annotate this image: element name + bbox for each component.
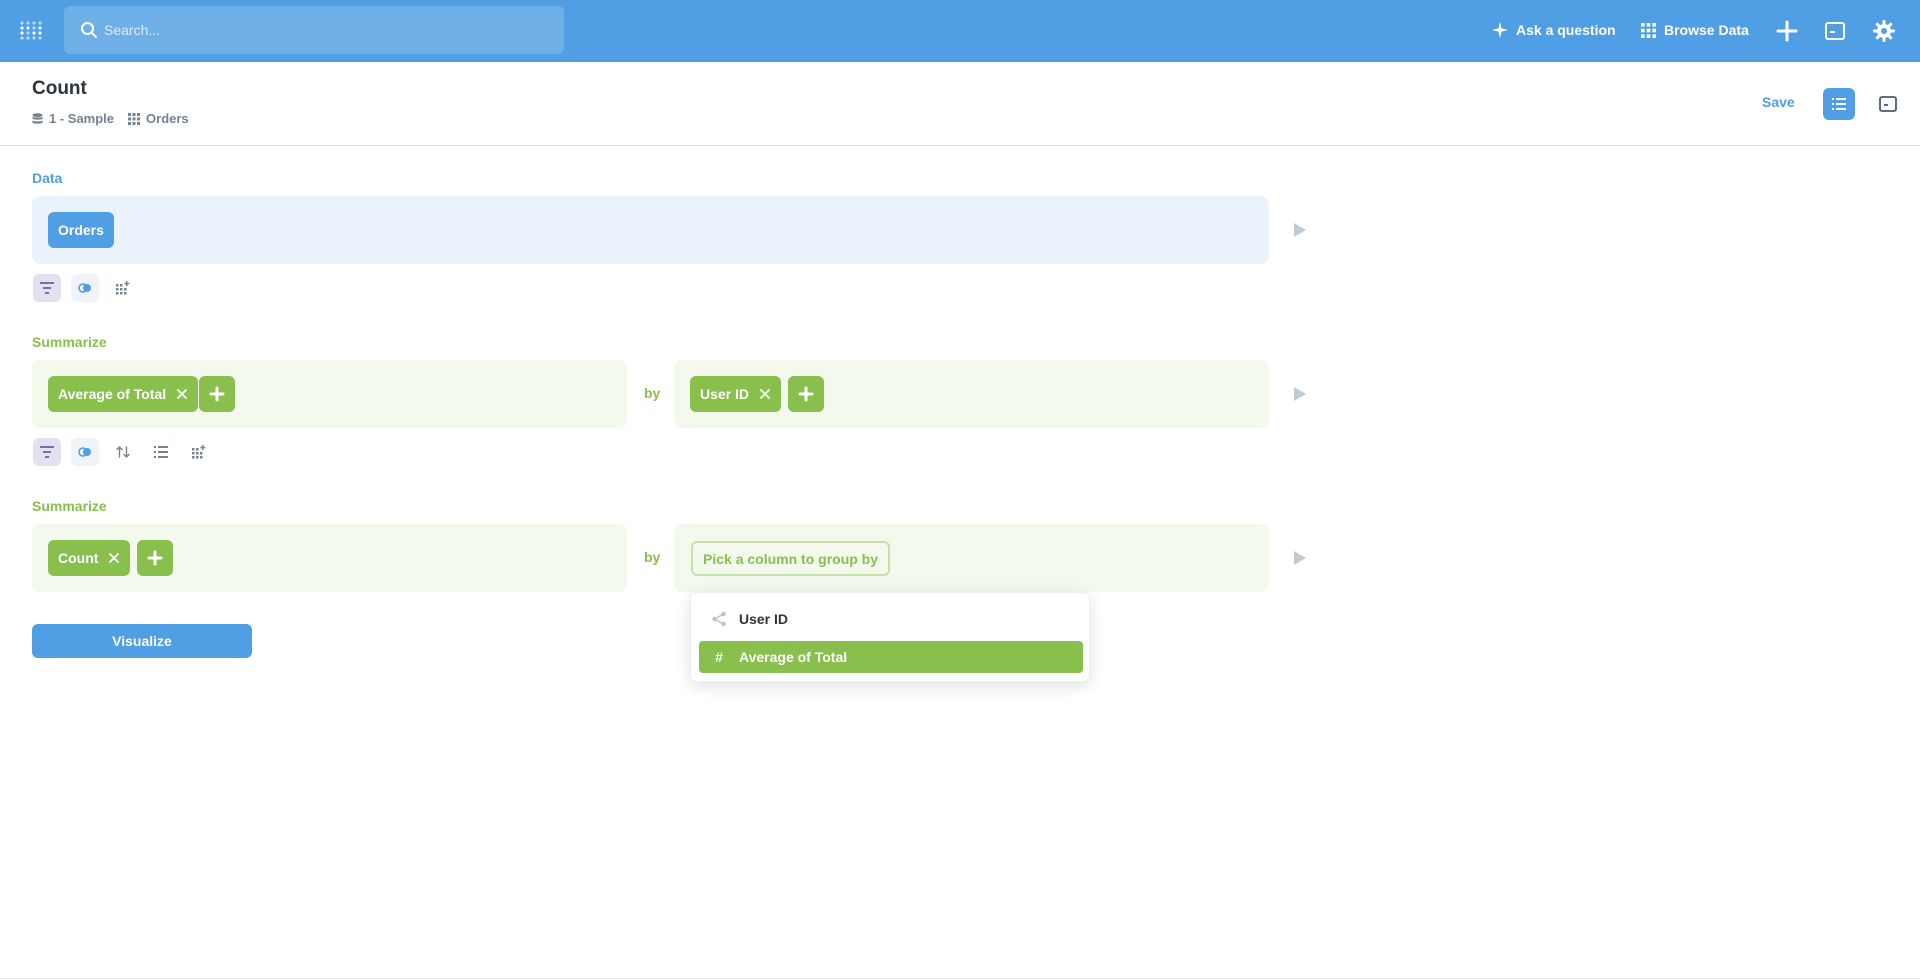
column-option-user-id[interactable]: User ID: [699, 603, 1083, 635]
pick-column-button[interactable]: Pick a column to group by: [691, 541, 891, 576]
hash-icon: #: [715, 649, 723, 665]
close-icon[interactable]: [759, 388, 771, 400]
filter-icon: [40, 446, 54, 458]
sql-view-button[interactable]: [1872, 88, 1904, 120]
close-icon[interactable]: [108, 552, 120, 564]
column-picker-popover: User ID # Average of Total: [690, 592, 1090, 682]
by-label: by: [644, 385, 661, 401]
join-action-button[interactable]: [71, 438, 99, 466]
ask-question-button[interactable]: Ask a question: [1492, 18, 1616, 42]
data-step-box: Orders: [32, 196, 1269, 264]
column-option-label: Average of Total: [739, 649, 848, 665]
summarize-breakout-box: User ID: [674, 360, 1269, 428]
list-icon: [154, 446, 168, 458]
sparkle-icon: [1492, 22, 1508, 38]
summarize-metrics-box: Average of Total: [32, 360, 627, 428]
question-header: Count 1 - Sample Orders Save: [0, 62, 1920, 146]
connections-icon: [712, 611, 726, 627]
plus-icon: [147, 550, 163, 566]
column-option-label: User ID: [739, 611, 789, 627]
join-icon: [78, 447, 91, 457]
plus-icon[interactable]: [1775, 19, 1799, 43]
ask-question-label: Ask a question: [1516, 22, 1616, 38]
save-button[interactable]: Save: [1762, 94, 1795, 110]
summarize-step-label-2: Summarize: [32, 498, 107, 514]
top-navbar: Ask a question Browse Data: [0, 0, 1920, 62]
column-option-average-of-total[interactable]: # Average of Total: [699, 641, 1083, 673]
custom-column-action-button[interactable]: [185, 438, 213, 466]
summarize-step-label: Summarize: [32, 334, 107, 350]
add-metric-button-2[interactable]: [137, 540, 173, 576]
metric-label: Average of Total: [58, 386, 167, 402]
database-icon: [32, 112, 43, 124]
breakout-label: User ID: [700, 386, 750, 402]
plus-icon: [798, 386, 814, 402]
grid-icon: [1641, 22, 1656, 38]
page-title: Count: [32, 78, 87, 99]
browse-data-label: Browse Data: [1664, 22, 1749, 38]
metric-pill[interactable]: Average of Total: [48, 376, 199, 412]
data-source-label: Orders: [58, 222, 104, 238]
metric-label-count: Count: [58, 550, 99, 566]
summarize-metrics-box-2: Count: [32, 524, 627, 592]
notebook-icon: [1832, 98, 1846, 110]
filter-action-button[interactable]: [33, 274, 61, 302]
notebook-toggle-button[interactable]: [1823, 88, 1855, 120]
breakout-pill[interactable]: User ID: [690, 376, 782, 412]
breadcrumb-database-label: 1 - Sample: [49, 111, 115, 126]
join-icon: [78, 283, 91, 293]
sort-icon: [116, 446, 130, 458]
sql-editor-icon[interactable]: [1823, 19, 1847, 43]
data-step-label: Data: [32, 170, 63, 186]
search-bar[interactable]: [64, 6, 564, 54]
custom-column-action-button[interactable]: [109, 274, 137, 302]
visualize-button[interactable]: Visualize: [32, 624, 252, 658]
add-metric-button[interactable]: [199, 376, 235, 412]
add-column-icon: [116, 281, 130, 295]
sql-icon: [1879, 96, 1897, 112]
breadcrumb-table-label: Orders: [146, 111, 189, 126]
search-input[interactable]: [104, 6, 544, 54]
preview-summarize-icon[interactable]: [1291, 385, 1309, 403]
add-breakout-button[interactable]: [788, 376, 824, 412]
limit-action-button[interactable]: [147, 438, 175, 466]
gear-icon[interactable]: [1872, 19, 1896, 43]
add-column-icon: [192, 445, 206, 459]
metabase-logo-icon[interactable]: [20, 19, 44, 43]
search-icon: [81, 22, 97, 38]
table-icon: [128, 112, 141, 125]
breadcrumb-table[interactable]: Orders: [128, 111, 189, 126]
breadcrumb-database[interactable]: 1 - Sample: [32, 111, 114, 126]
plus-icon: [209, 386, 225, 402]
breadcrumb: 1 - Sample Orders: [32, 111, 189, 126]
close-icon[interactable]: [176, 388, 188, 400]
by-label-2: by: [644, 549, 661, 565]
browse-data-button[interactable]: Browse Data: [1641, 18, 1749, 42]
filter-icon: [40, 282, 54, 294]
join-action-button[interactable]: [71, 274, 99, 302]
sort-action-button[interactable]: [109, 438, 137, 466]
preview-data-icon[interactable]: [1291, 221, 1309, 239]
filter-action-button[interactable]: [33, 438, 61, 466]
metric-pill-count[interactable]: Count: [48, 540, 131, 576]
data-source-pill[interactable]: Orders: [48, 212, 114, 248]
preview-summarize-icon-2[interactable]: [1291, 549, 1309, 567]
footer-divider: [0, 978, 1920, 979]
